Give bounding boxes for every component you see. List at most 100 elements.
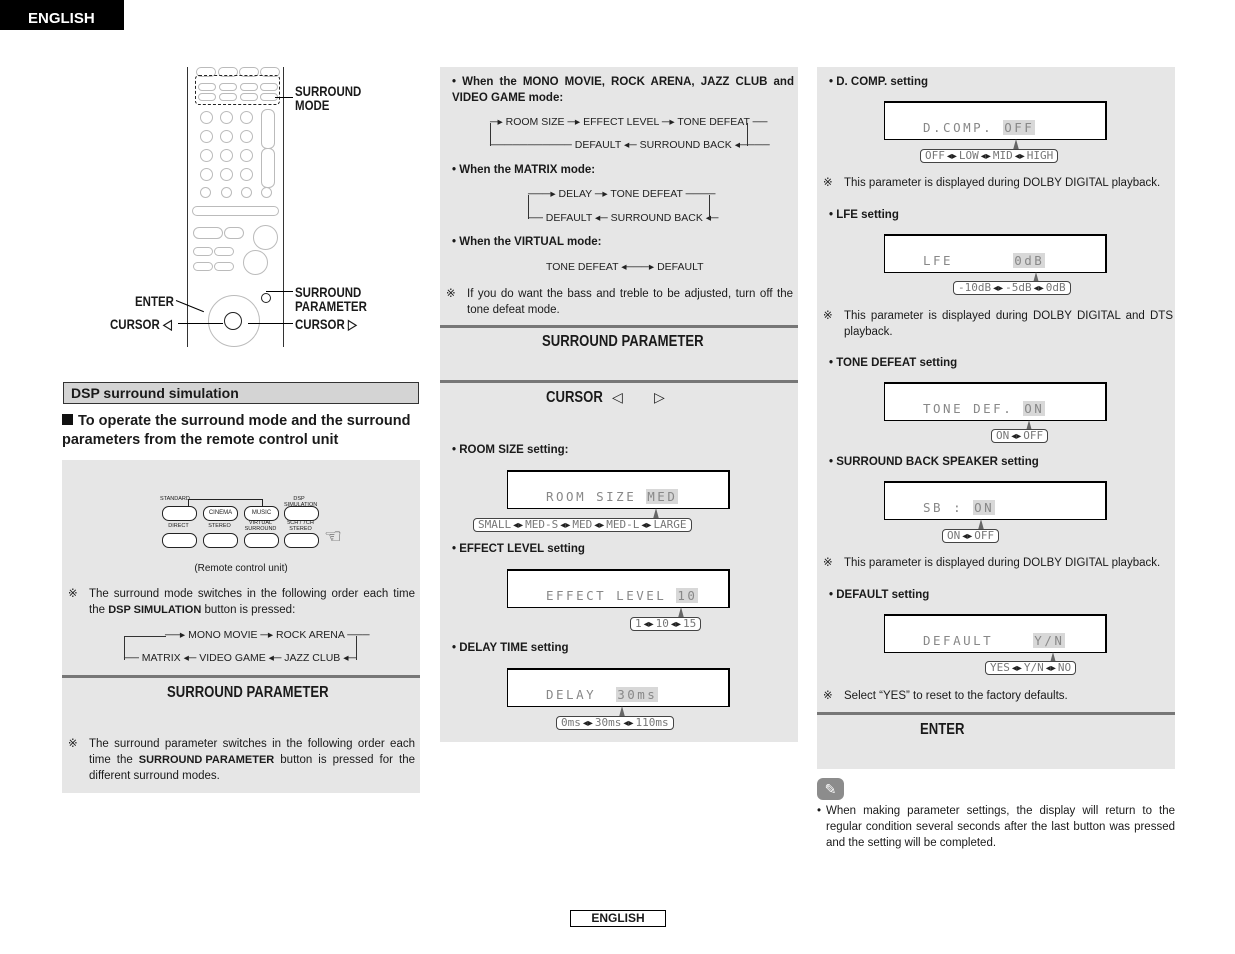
remote-number-button bbox=[220, 130, 233, 143]
remote-rocker bbox=[261, 109, 275, 149]
dcomp-options: OFF ◂▸ LOW ◂▸ MID ◂▸ HIGH bbox=[920, 149, 1059, 163]
lcd-current-value: OFF bbox=[1003, 120, 1036, 135]
section-divider bbox=[440, 380, 798, 383]
dcomp-note: ※ This parameter is displayed during DOL… bbox=[823, 177, 1161, 189]
remote-button-direct bbox=[198, 93, 216, 101]
mode1-cycle-top: ─▸ ROOM SIZE ─▸ EFFECT LEVEL ─▸ TONE DEF… bbox=[490, 116, 768, 128]
mode2-heading: • When the MATRIX mode: bbox=[452, 164, 596, 176]
default-note: ※ Select “YES” to reset to the factory d… bbox=[823, 690, 1068, 702]
cursor-header: CURSOR ◁ ▷ bbox=[546, 389, 665, 406]
remote-number-button bbox=[240, 168, 253, 181]
pencil-icon: ✎ bbox=[817, 778, 844, 800]
surround-mode-callout: SURROUND MODE bbox=[295, 83, 362, 113]
remote-button-stereo bbox=[219, 93, 237, 101]
callout-line bbox=[248, 323, 293, 324]
remote-caption: (Remote control unit) bbox=[194, 563, 288, 574]
remote-button-virtual bbox=[244, 533, 279, 548]
remote-button-virtual bbox=[240, 93, 258, 101]
cycle-bracket-top-left bbox=[124, 636, 166, 637]
callout-line bbox=[266, 291, 293, 292]
mode-cycle-top: ──▸ MONO MOVIE ─▸ ROCK ARENA ─── bbox=[165, 629, 370, 641]
tone-defeat-note: ※ If you do want the bass and treble to … bbox=[446, 288, 793, 316]
callout-line bbox=[275, 97, 293, 98]
mode-cycle-bottom: ── MATRIX ◂─ VIDEO GAME ◂─ JAZZ CLUB ◂─ bbox=[124, 652, 356, 664]
mode3-cycle: TONE DEFEAT ◂───▸ DEFAULT bbox=[546, 261, 704, 273]
remote-button-music: MUSIC bbox=[244, 506, 279, 521]
right-instruction-panel: • D. COMP. setting D.COMP. OFF OFF ◂▸ LOW ◂… bbox=[817, 67, 1175, 769]
remote-button-music bbox=[240, 83, 258, 91]
lfe-options: -10dB ◂▸ -5dB ◂▸ 0dB bbox=[953, 281, 1071, 295]
default-heading: • DEFAULT setting bbox=[829, 589, 930, 601]
remote-number-button bbox=[200, 149, 213, 162]
room-size-heading: • ROOM SIZE setting: bbox=[452, 444, 569, 456]
operation-title: To operate the surround mode and the sur… bbox=[62, 413, 411, 448]
remote-button-standard bbox=[162, 506, 197, 521]
remote-enter-button bbox=[224, 312, 242, 330]
remote-volume-down bbox=[243, 250, 268, 275]
dcomp-heading: • D. COMP. setting bbox=[829, 76, 929, 88]
remote-control-illustration bbox=[187, 67, 284, 347]
lcd-current-value: 0dB bbox=[1013, 253, 1046, 268]
cursor-right-icon: ▷ bbox=[654, 389, 665, 405]
cursor-left-icon: ◁ bbox=[612, 389, 623, 405]
effect-level-options: 1 ◂▸ 10 ◂▸ 15 bbox=[630, 617, 702, 631]
remote-surround-parameter-button bbox=[261, 293, 271, 303]
lcd-current-value: 30ms bbox=[616, 687, 659, 702]
remote-button bbox=[261, 187, 272, 198]
lcd-current-value: 10 bbox=[676, 588, 699, 603]
remote-button bbox=[214, 247, 234, 256]
mode2-cycle-bottom: ── DEFAULT ◂─ SURROUND BACK ◂─ bbox=[528, 212, 719, 224]
mode1-cycle-bottom: ─────────── DEFAULT ◂─ SURROUND BACK ◂──… bbox=[490, 139, 770, 151]
remote-number-button bbox=[220, 149, 233, 162]
lcd-display-default: DEFAULT Y/N bbox=[884, 614, 1107, 653]
lcd-display-room-size: ROOM SIZE MED bbox=[507, 470, 730, 509]
remote-button bbox=[224, 227, 244, 239]
cycle-bracket bbox=[528, 195, 529, 219]
remote-button bbox=[241, 187, 252, 198]
lcd-display-dcomp: D.COMP. OFF bbox=[884, 101, 1107, 140]
section-title: DSP surround simulation bbox=[63, 382, 419, 404]
remote-button bbox=[221, 187, 232, 198]
remote-button-5ch7ch bbox=[284, 533, 319, 548]
remote-number-button bbox=[240, 149, 253, 162]
btn-label-stereo: STEREO bbox=[208, 523, 231, 529]
cycle-bracket bbox=[709, 195, 710, 219]
settings-tip: • When making parameter settings, the di… bbox=[817, 805, 1175, 849]
section-divider bbox=[440, 325, 798, 328]
remote-button bbox=[193, 247, 213, 256]
mode-switch-note: ※ The surround mode switches in the foll… bbox=[68, 588, 415, 616]
remote-number-button bbox=[200, 168, 213, 181]
sb-speaker-options: ON ◂▸ OFF bbox=[942, 529, 1000, 543]
language-tab: ENGLISH bbox=[0, 0, 124, 30]
footer-language-tab: ENGLISH bbox=[570, 910, 666, 927]
btn-label-5ch7ch: 5CH / 7CH STEREO bbox=[287, 520, 314, 532]
surround-parameter-header: SURROUND PARAMETER bbox=[167, 684, 329, 701]
tone-defeat-heading: • TONE DEFEAT setting bbox=[829, 357, 958, 369]
pointing-hand-icon: ☜ bbox=[324, 526, 342, 548]
remote-button bbox=[200, 187, 211, 198]
enter-callout: ENTER bbox=[135, 293, 174, 309]
remote-rocker bbox=[261, 148, 275, 188]
remote-number-button bbox=[220, 168, 233, 181]
surround-parameter-callout: SURROUND PARAMETER bbox=[295, 284, 367, 314]
lcd-display-tone-defeat: TONE DEF. ON bbox=[884, 382, 1107, 421]
remote-button-dsp-simulation bbox=[284, 506, 319, 521]
sb-speaker-heading: • SURROUND BACK SPEAKER setting bbox=[829, 456, 1039, 468]
btn-label-virtual: VIRTUAL SURROUND bbox=[244, 520, 277, 532]
lfe-note: ※ This parameter is displayed during DOL… bbox=[823, 310, 1173, 338]
param-switch-note: ※ The surround parameter switches in the… bbox=[68, 738, 415, 782]
remote-button-cinema bbox=[219, 83, 237, 91]
square-bullet-icon bbox=[62, 414, 73, 425]
remote-number-button bbox=[200, 130, 213, 143]
lcd-display-sb: SB : ON bbox=[884, 481, 1107, 520]
cursor-right-callout: CURSOR ▷ bbox=[295, 316, 357, 332]
enter-header: ENTER bbox=[920, 721, 965, 738]
remote-button-cinema: CINEMA bbox=[203, 506, 238, 521]
remote-button bbox=[214, 262, 234, 271]
section-divider bbox=[62, 675, 420, 678]
lcd-display-delay: DELAY 30ms bbox=[507, 668, 730, 707]
delay-time-options: 0ms ◂▸ 30ms ◂▸ 110ms bbox=[556, 716, 674, 730]
lcd-display-lfe: LFE 0dB bbox=[884, 234, 1107, 273]
surround-parameter-header: SURROUND PARAMETER bbox=[542, 333, 704, 350]
remote-slider bbox=[192, 206, 279, 216]
